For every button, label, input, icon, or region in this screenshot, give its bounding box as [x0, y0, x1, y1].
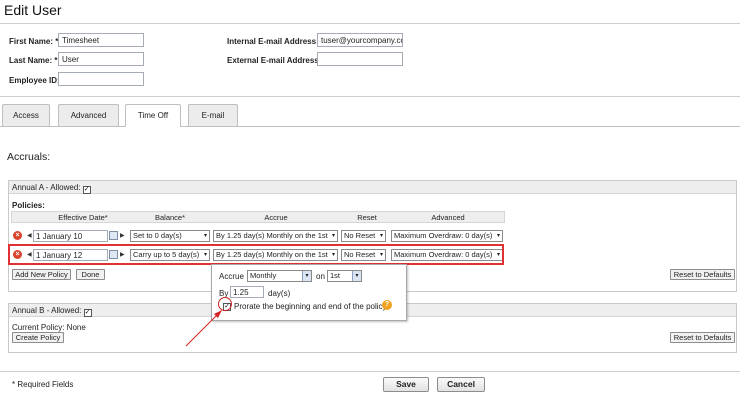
chevron-down-icon: ▾ — [496, 233, 500, 239]
internal-email-field[interactable]: tuser@yourcompany.cc — [317, 33, 403, 47]
footer-divider — [0, 371, 740, 372]
employee-id-field[interactable] — [58, 72, 144, 86]
column-balance: Balance* — [154, 213, 186, 222]
frequency-select[interactable]: Monthly ▾ — [247, 270, 312, 282]
done-button[interactable]: Done — [76, 269, 105, 280]
annual-a-title: Annual A - Allowed: — [12, 183, 81, 192]
column-reset: Reset — [357, 213, 377, 222]
first-name-label: First Name: * — [9, 37, 59, 46]
column-accrue: Accrue — [264, 213, 288, 222]
balance-select[interactable]: Set to 0 day(s) ▾ — [130, 230, 210, 242]
accrue-label: Accrue — [219, 272, 244, 281]
current-policy-label: Current Policy: None — [12, 323, 86, 332]
remove-icon[interactable]: × — [13, 231, 22, 240]
column-effective-date: Effective Date* — [58, 213, 108, 222]
highlight-box — [8, 244, 504, 265]
page-title: Edit User — [4, 2, 62, 18]
cancel-button[interactable]: Cancel — [437, 377, 485, 392]
form-divider — [0, 96, 740, 97]
policies-label: Policies: — [12, 201, 45, 210]
policy-table-header: Effective Date* Balance* Accrue Reset Ad… — [11, 211, 505, 223]
balance-value: Set to 0 day(s) — [133, 231, 182, 240]
employee-id-label: Employee ID: — [9, 76, 60, 85]
advanced-value: Maximum Overdraw: 0 day(s) — [394, 231, 493, 240]
chevron-down-icon: ▾ — [352, 271, 361, 281]
previous-date-icon[interactable]: ◀ — [27, 230, 32, 242]
chevron-down-icon: ▾ — [379, 233, 383, 239]
internal-email-label: Internal E-mail Address: — [227, 37, 319, 46]
add-new-policy-button[interactable]: Add New Policy — [12, 269, 71, 280]
check-icon: ✓ — [84, 309, 91, 316]
next-date-icon[interactable]: ▶ — [120, 230, 125, 242]
day-select[interactable]: 1st ▾ — [327, 270, 362, 282]
help-icon[interactable]: ? — [382, 300, 392, 310]
title-divider — [0, 23, 740, 24]
prorate-label: Prorate the beginning and end of the pol… — [234, 302, 387, 311]
tab-time-off[interactable]: Time Off — [125, 104, 181, 127]
effective-date-field[interactable]: 1 January 10 — [33, 230, 108, 242]
annual-b-allowed-checkbox[interactable]: ✓ — [83, 309, 92, 317]
tab-email[interactable]: E-mail — [188, 104, 238, 126]
accrue-value: By 1.25 day(s) Monthly on the 1st — [216, 231, 328, 240]
accrue-popup: Accrue Monthly ▾ on 1st ▾ By 1.25 day(s) ✓… — [211, 264, 407, 321]
calendar-icon[interactable] — [109, 231, 118, 240]
external-email-label: External E-mail Address: — [227, 56, 322, 65]
annual-a-allowed-checkbox[interactable]: ✓ — [82, 186, 91, 194]
advanced-select[interactable]: Maximum Overdraw: 0 day(s) ▾ — [391, 230, 503, 242]
chevron-down-icon: ▾ — [203, 233, 207, 239]
day-value: 1st — [330, 271, 341, 280]
policy-row: × ◀ 1 January 10 ▶ Set to 0 day(s) ▾ By 1… — [11, 230, 505, 242]
annual-b-title: Annual B - Allowed: — [12, 306, 82, 315]
annual-a-header: Annual A - Allowed: ✓ — [9, 181, 736, 194]
accrue-select[interactable]: By 1.25 day(s) Monthly on the 1st ▾ — [213, 230, 338, 242]
external-email-field[interactable] — [317, 52, 403, 66]
last-name-label: Last Name: * — [9, 56, 58, 65]
reset-select[interactable]: No Reset ▾ — [341, 230, 386, 242]
chevron-down-icon: ▾ — [331, 233, 335, 239]
first-name-field[interactable]: Timesheet — [58, 33, 144, 47]
last-name-field[interactable]: User — [58, 52, 144, 66]
amount-field[interactable]: 1.25 — [230, 286, 264, 298]
save-button[interactable]: Save — [383, 377, 429, 392]
chevron-down-icon: ▾ — [302, 271, 311, 281]
column-advanced: Advanced — [431, 213, 465, 222]
reset-to-defaults-button[interactable]: Reset to Defaults — [670, 269, 735, 280]
accruals-heading: Accruals: — [7, 151, 51, 163]
reset-value: No Reset — [344, 231, 376, 240]
check-icon: ✓ — [83, 186, 90, 193]
annotation-arrow — [185, 310, 222, 347]
create-policy-button[interactable]: Create Policy — [12, 332, 64, 343]
on-label: on — [316, 272, 325, 281]
unit-label: day(s) — [268, 289, 291, 298]
reset-to-defaults-button[interactable]: Reset to Defaults — [670, 332, 735, 343]
tab-advanced[interactable]: Advanced — [58, 104, 119, 126]
frequency-value: Monthly — [250, 271, 277, 280]
tab-access[interactable]: Access — [2, 104, 50, 126]
required-fields-note: * Required Fields — [12, 380, 74, 389]
